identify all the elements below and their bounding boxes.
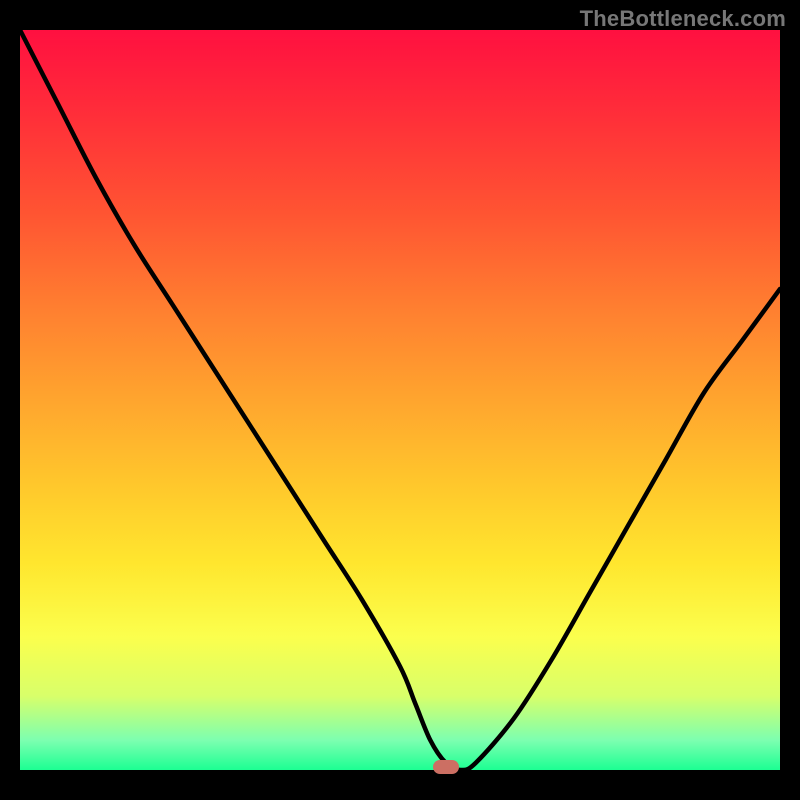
- plot-area: [20, 30, 780, 770]
- chart-frame: TheBottleneck.com: [0, 0, 800, 800]
- bottleneck-curve: [20, 30, 780, 770]
- watermark-text: TheBottleneck.com: [580, 6, 786, 32]
- optimal-marker: [433, 760, 459, 774]
